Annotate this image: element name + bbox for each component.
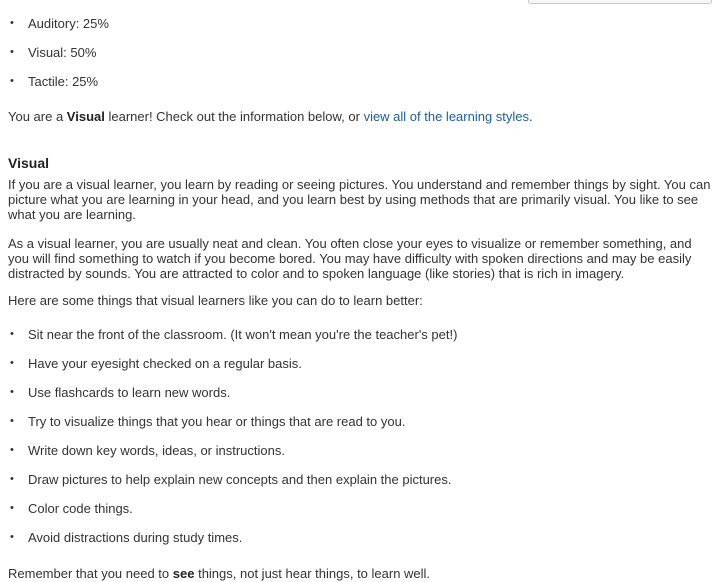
bullet-icon: • [10, 46, 14, 58]
tip-text: Color code things. [28, 501, 133, 516]
tip-text: Have your eyesight checked on a regular … [28, 356, 302, 371]
bullet-icon: • [10, 473, 14, 485]
result-visual: Visual: 50% [28, 45, 97, 60]
list-item: • Tactile: 25% [8, 74, 109, 103]
bullet-icon: • [10, 386, 14, 398]
bullet-icon: • [10, 17, 14, 29]
bullet-icon: • [10, 502, 14, 514]
result-summary: You are a Visual learner! Check out the … [8, 109, 533, 125]
bullet-icon: • [10, 328, 14, 340]
learner-type: Visual [66, 109, 105, 124]
closing-prefix: Remember that you need to [8, 566, 173, 581]
section-title: Visual [8, 155, 49, 171]
bullet-icon: • [10, 357, 14, 369]
result-middle: learner! Check out the information below… [104, 109, 364, 124]
bullet-icon: • [10, 75, 14, 87]
result-tactile: Tactile: 25% [28, 74, 99, 89]
bullet-icon: • [10, 444, 14, 456]
list-item: • Have your eyesight checked on a regula… [8, 356, 457, 385]
result-auditory: Auditory: 25% [28, 16, 109, 31]
bullet-icon: • [10, 415, 14, 427]
results-list: • Auditory: 25% • Visual: 50% • Tactile:… [8, 16, 109, 103]
list-item: • Auditory: 25% [8, 16, 109, 45]
bullet-icon: • [10, 531, 14, 543]
tip-text: Draw pictures to help explain new concep… [28, 472, 452, 487]
tips-intro-paragraph: Here are some things that visual learner… [8, 293, 423, 308]
list-item: • Avoid distractions during study times. [8, 530, 457, 559]
list-item: • Use flashcards to learn new words. [8, 385, 457, 414]
result-suffix: . [529, 109, 533, 124]
list-item: • Draw pictures to help explain new conc… [8, 472, 457, 501]
tip-text: Sit near the front of the classroom. (It… [28, 327, 458, 342]
list-item: • Write down key words, ideas, or instru… [8, 443, 457, 472]
list-item: • Sit near the front of the classroom. (… [8, 327, 457, 356]
tips-list: • Sit near the front of the classroom. (… [8, 327, 457, 559]
intro-paragraph: If you are a visual learner, you learn b… [8, 177, 711, 222]
closing-sentence: Remember that you need to see things, no… [8, 566, 430, 582]
top-partial-button[interactable] [528, 0, 712, 4]
closing-emphasis: see [172, 566, 195, 581]
tip-text: Use flashcards to learn new words. [28, 385, 231, 400]
list-item: • Visual: 50% [8, 45, 109, 74]
result-prefix: You are a [8, 109, 67, 124]
closing-suffix: things, not just hear things, to learn w… [194, 566, 431, 581]
tip-text: Avoid distractions during study times. [28, 530, 243, 545]
tip-text: Write down key words, ideas, or instruct… [28, 443, 285, 458]
list-item: • Try to visualize things that you hear … [8, 414, 457, 443]
list-item: • Color code things. [8, 501, 457, 530]
tip-text: Try to visualize things that you hear or… [28, 414, 406, 429]
traits-paragraph: As a visual learner, you are usually nea… [8, 236, 692, 281]
view-all-styles-link[interactable]: view all of the learning styles [364, 109, 529, 124]
